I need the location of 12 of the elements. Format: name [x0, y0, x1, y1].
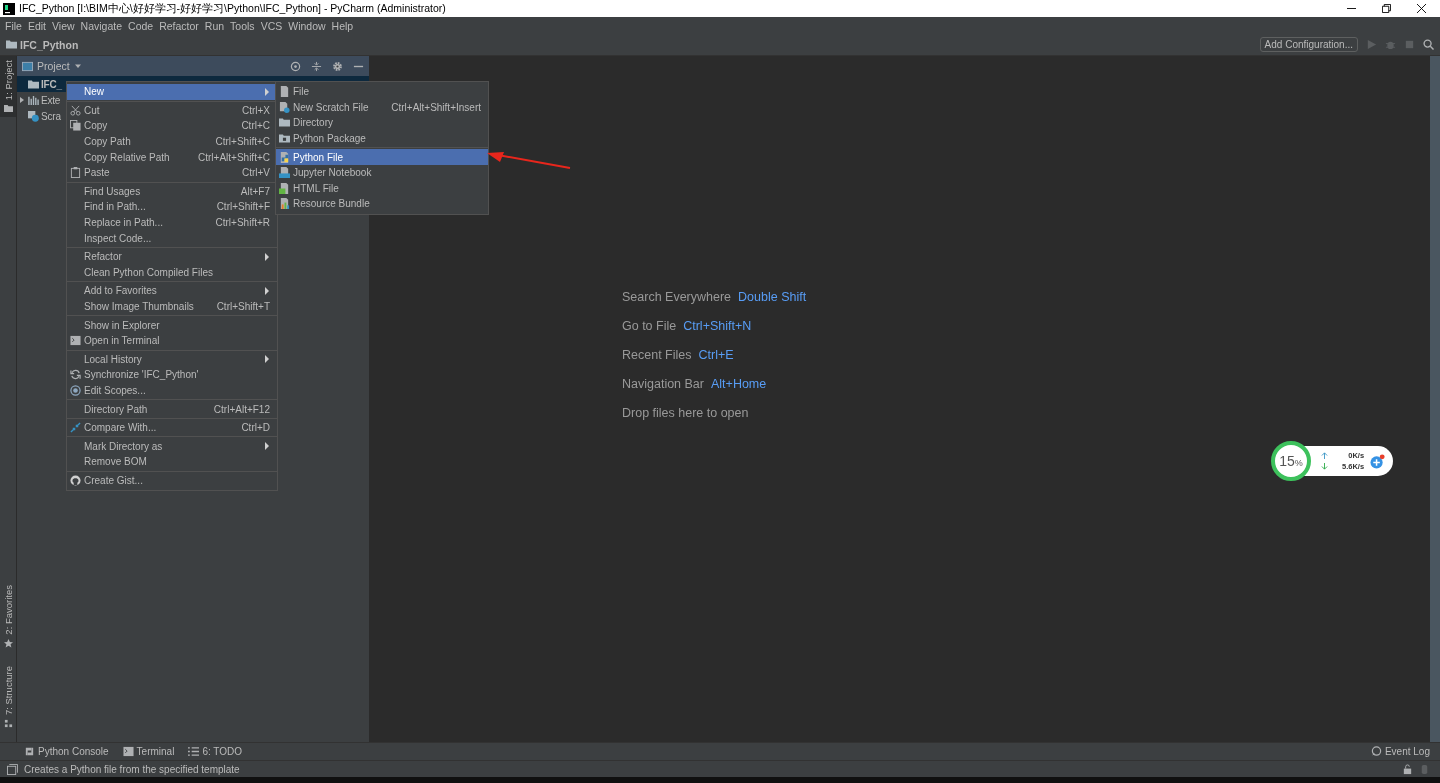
window-title: IFC_Python [I:\BIM中心\好好学习-好好学习\Python\IFC_Python] - PyCharm (Administrator) — [19, 1, 446, 16]
hint-label: Navigation Bar — [622, 377, 704, 391]
hint-label: Drop files here to open — [622, 406, 749, 420]
hint-shortcut: Ctrl+Shift+N — [683, 319, 752, 333]
hint-shortcut: Double Shift — [738, 290, 807, 304]
hint-label: Search Everywhere — [622, 290, 732, 304]
hint-shortcut: Ctrl+E — [698, 348, 734, 362]
hint-label: Go to File — [622, 319, 677, 333]
hint-shortcut: Alt+Home — [711, 377, 767, 391]
hint-label: Recent Files — [622, 348, 692, 362]
usage-percent: 15% — [1279, 453, 1303, 469]
status-message: Creates a Python file from the specified template — [24, 763, 240, 775]
